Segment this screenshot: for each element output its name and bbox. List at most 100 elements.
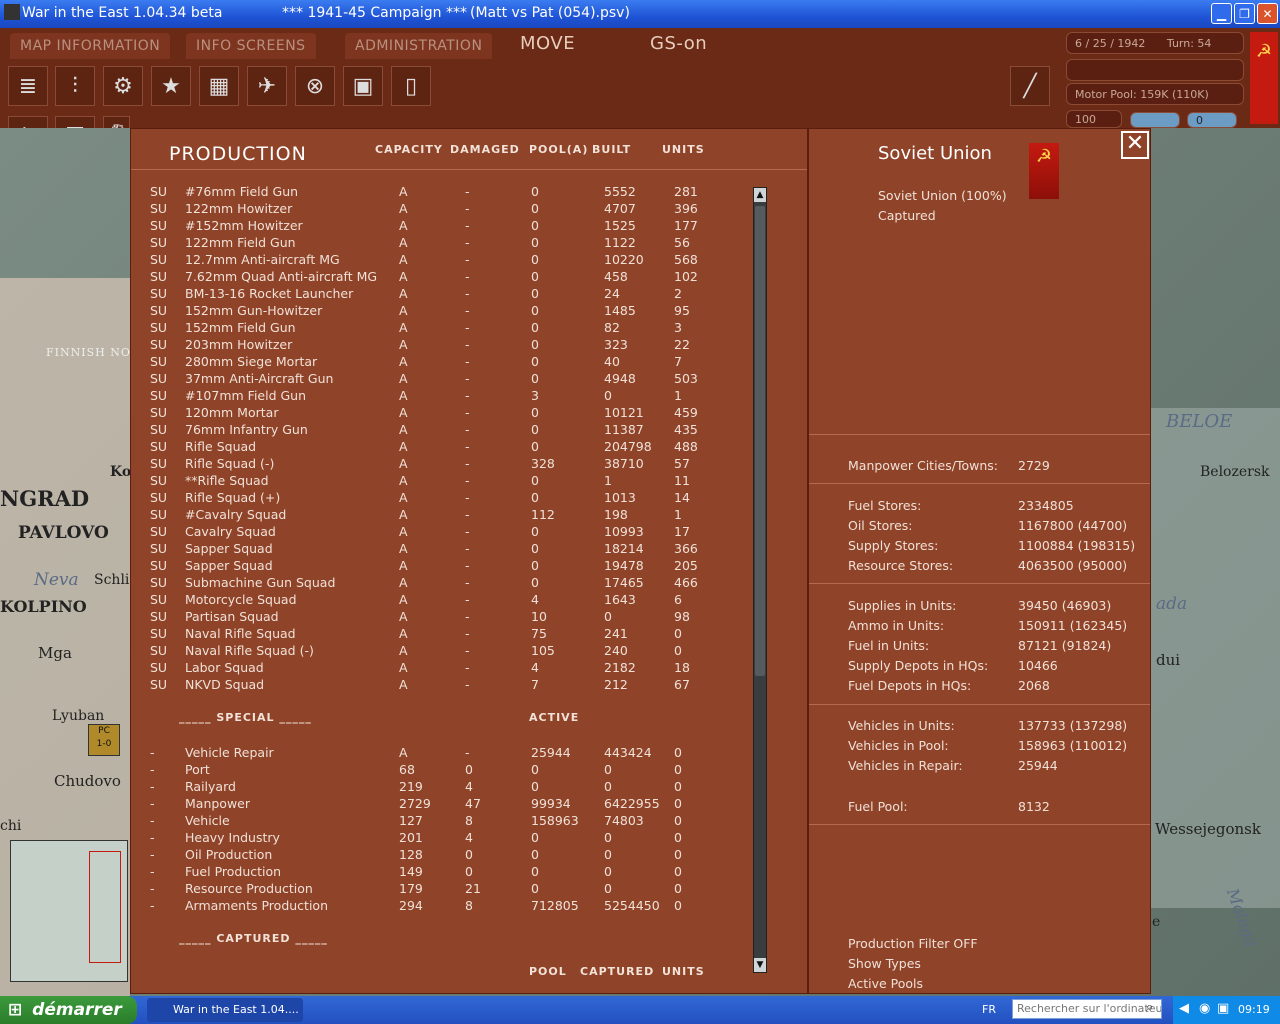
language-indicator[interactable]: FR: [982, 1003, 996, 1016]
special-row[interactable]: - Resource Production 179 21 0 0 0: [131, 881, 751, 898]
satellite-icon[interactable]: ⊗: [295, 66, 335, 106]
special-row[interactable]: - Heavy Industry 201 4 0 0 0: [131, 830, 751, 847]
production-row[interactable]: SU Partisan Squad A - 10 0 98: [131, 609, 751, 626]
cell-side: SU: [150, 184, 168, 199]
production-scrollbar[interactable]: ▲ ▼: [753, 187, 767, 973]
star-icon[interactable]: ★: [151, 66, 191, 106]
production-row[interactable]: SU Labor Squad A - 4 2182 18: [131, 660, 751, 677]
gear-icon[interactable]: ⚙: [103, 66, 143, 106]
header-capacity[interactable]: CAPACITY: [375, 143, 443, 156]
value-0-box[interactable]: 0: [1187, 112, 1237, 128]
captured-label[interactable]: Captured: [878, 208, 936, 223]
production-row[interactable]: SU 120mm Mortar A - 0 10121 459: [131, 405, 751, 422]
maximize-button[interactable]: ❐: [1234, 3, 1255, 24]
menu-map-information[interactable]: MAP INFORMATION: [10, 33, 171, 59]
desktop-search-input[interactable]: Rechercher sur l'ordinateur: [1012, 999, 1162, 1019]
special-row[interactable]: - Vehicle Repair A - 25944 443424 0: [131, 745, 751, 762]
units-icon[interactable]: ⫶: [55, 66, 95, 106]
header-units[interactable]: UNITS: [662, 143, 705, 156]
cell-side: SU: [150, 218, 168, 233]
production-row[interactable]: SU Rifle Squad (-) A - 328 38710 57: [131, 456, 751, 473]
special-row[interactable]: - Fuel Production 149 0 0 0 0: [131, 864, 751, 881]
production-row[interactable]: SU Naval Rifle Squad A - 75 241 0: [131, 626, 751, 643]
production-row[interactable]: SU #Cavalry Squad A - 112 198 1: [131, 507, 751, 524]
special-row[interactable]: - Manpower 2729 47 99934 6422955 0: [131, 796, 751, 813]
production-row[interactable]: SU 12.7mm Anti-aircraft MG A - 0 10220 568: [131, 252, 751, 269]
search-icon[interactable]: ⌕: [1146, 1000, 1153, 1015]
production-row[interactable]: SU 152mm Field Gun A - 0 82 3: [131, 320, 751, 337]
production-filter-toggle[interactable]: Production Filter OFF: [848, 936, 978, 951]
cell-damaged: -: [465, 354, 470, 369]
minimap-viewport[interactable]: [89, 851, 121, 963]
production-row[interactable]: SU 152mm Gun-Howitzer A - 0 1485 95: [131, 303, 751, 320]
grid-map-icon[interactable]: ▦: [199, 66, 239, 106]
production-row[interactable]: SU 203mm Howitzer A - 0 323 22: [131, 337, 751, 354]
production-row[interactable]: SU Sapper Squad A - 0 18214 366: [131, 541, 751, 558]
header-built[interactable]: BUILT: [592, 143, 631, 156]
show-types-toggle[interactable]: Show Types: [848, 956, 921, 971]
production-row[interactable]: SU NKVD Squad A - 7 212 67: [131, 677, 751, 694]
map-label-pavlovo: PAVLOVO: [18, 523, 109, 543]
nation-info-panel: ✕ Soviet Union ☭ Soviet Union (100%) Cap…: [808, 128, 1151, 994]
production-row[interactable]: SU 76mm Infantry Gun A - 0 11387 435: [131, 422, 751, 439]
header-divider: [131, 169, 807, 170]
header-pool[interactable]: POOL(A): [529, 143, 588, 156]
production-row[interactable]: SU Rifle Squad (+) A - 0 1013 14: [131, 490, 751, 507]
production-row[interactable]: SU 7.62mm Quad Anti-aircraft MG A - 0 458 102: [131, 269, 751, 286]
special-row[interactable]: - Armaments Production 294 8 712805 5254450 0: [131, 898, 751, 915]
depot-icon[interactable]: ▯: [391, 66, 431, 106]
production-row[interactable]: SU Submachine Gun Squad A - 0 17465 466: [131, 575, 751, 592]
cell-unit-name: 122mm Howitzer: [185, 201, 293, 216]
air-icon[interactable]: ✈: [247, 66, 287, 106]
scroll-thumb[interactable]: [755, 206, 765, 676]
header-damaged[interactable]: DAMAGED: [450, 143, 520, 156]
production-row[interactable]: SU #107mm Field Gun A - 3 0 1: [131, 388, 751, 405]
minimap[interactable]: [10, 840, 128, 982]
cell-capacity: A: [399, 609, 408, 624]
production-row[interactable]: SU 37mm Anti-Aircraft Gun A - 0 4948 503: [131, 371, 751, 388]
unit-counter[interactable]: PC 1-0: [88, 724, 120, 756]
scroll-down-arrow-icon[interactable]: ▼: [754, 958, 766, 972]
menu-info-screens[interactable]: INFO SCREENS: [186, 33, 316, 59]
clock[interactable]: 09:19: [1238, 1003, 1270, 1016]
production-row[interactable]: SU Naval Rifle Squad (-) A - 105 240 0: [131, 643, 751, 660]
back-icon[interactable]: ◀: [1179, 1001, 1189, 1016]
monitor-icon[interactable]: ▣: [1217, 1001, 1229, 1016]
menu-move[interactable]: MOVE: [510, 31, 585, 57]
production-row[interactable]: SU 122mm Howitzer A - 0 4707 396: [131, 201, 751, 218]
network-icon[interactable]: ◉: [1199, 1001, 1210, 1016]
production-row[interactable]: SU Cavalry Squad A - 0 10993 17: [131, 524, 751, 541]
cell-pool: 3: [531, 388, 539, 403]
window-title-bar[interactable]: War in the East 1.04.34 beta *** 1941-45…: [0, 0, 1280, 28]
close-button[interactable]: ✕: [1121, 131, 1149, 159]
cell-damaged: 8: [465, 813, 473, 828]
special-row[interactable]: - Railyard 219 4 0 0 0: [131, 779, 751, 796]
special-row[interactable]: - Vehicle 127 8 158963 74803 0: [131, 813, 751, 830]
window-close-button[interactable]: ✕: [1257, 3, 1278, 24]
stat-label: Vehicles in Pool:: [848, 738, 949, 753]
active-pools-toggle[interactable]: Active Pools: [848, 976, 923, 991]
start-button[interactable]: ⊞ démarrer: [0, 996, 137, 1024]
production-row[interactable]: SU 280mm Siege Mortar A - 0 40 7: [131, 354, 751, 371]
production-row[interactable]: SU Sapper Squad A - 0 19478 205: [131, 558, 751, 575]
production-row[interactable]: SU #152mm Howitzer A - 0 1525 177: [131, 218, 751, 235]
minimize-button[interactable]: ▁: [1211, 3, 1232, 24]
production-row[interactable]: SU Rifle Squad A - 0 204798 488: [131, 439, 751, 456]
production-row[interactable]: SU **Rifle Squad A -0 1 11: [131, 473, 751, 490]
line-tool-icon[interactable]: ╱: [1010, 66, 1050, 106]
blue-toggle[interactable]: [1130, 112, 1180, 128]
production-row[interactable]: SU 122mm Field Gun A - 0 1122 56: [131, 235, 751, 252]
special-row[interactable]: - Port 68 0 0 0 0: [131, 762, 751, 779]
menu-administration[interactable]: ADMINISTRATION: [345, 33, 493, 59]
scroll-up-arrow-icon[interactable]: ▲: [754, 188, 766, 202]
production-row[interactable]: SU Motorcycle Squad A - 4 1643 6: [131, 592, 751, 609]
cell-capacity: A: [399, 507, 408, 522]
taskbar-app-item[interactable]: War in the East 1.04....: [147, 998, 303, 1022]
production-row[interactable]: SU #76mm Field Gun A - 0 5552 281: [131, 184, 751, 201]
production-row[interactable]: SU BM-13-16 Rocket Launcher A - 0 24 2: [131, 286, 751, 303]
cell-built: 1485: [604, 303, 636, 318]
special-row[interactable]: - Oil Production 128 0 0 0 0: [131, 847, 751, 864]
rail-icon[interactable]: ▣: [343, 66, 383, 106]
stack-icon[interactable]: ≣: [8, 66, 48, 106]
menu-gs[interactable]: GS-on: [640, 31, 717, 57]
